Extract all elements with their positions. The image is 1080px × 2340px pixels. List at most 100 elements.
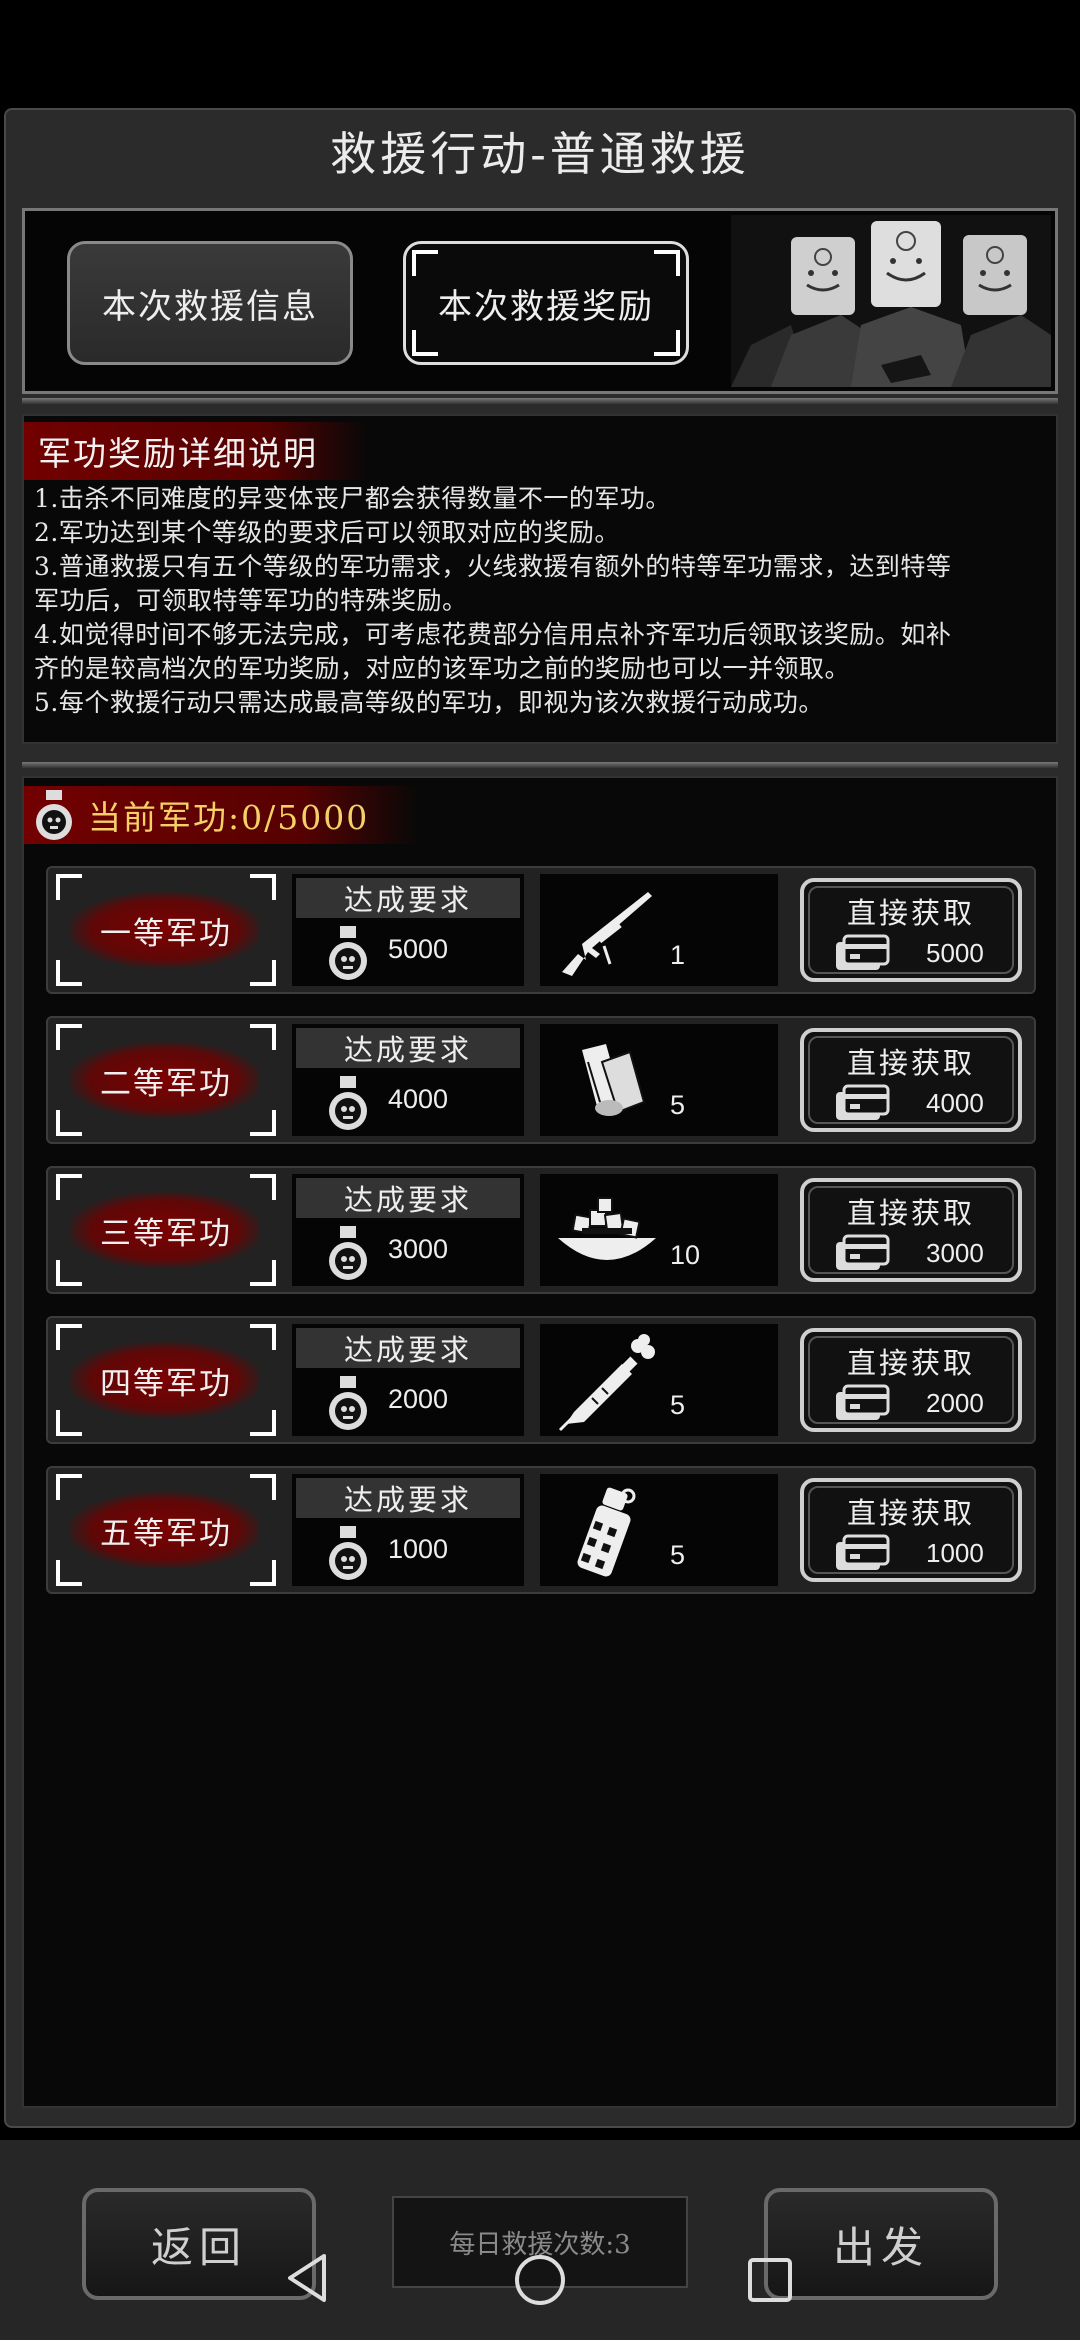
survivors-portrait [731,215,1051,387]
medal-icon [329,1226,367,1280]
requirement-value: 2000 [388,1384,449,1414]
nav-back-icon[interactable] [282,2250,332,2306]
reward-row-2: 二等军功 达成要求 4000 5 直接获取 4000 [46,1016,1036,1144]
tab-rescue-info[interactable]: 本次救援信息 [67,241,353,365]
food-bowl-icon [558,1197,656,1260]
rank-cell: 五等军功 [56,1474,276,1586]
direct-acquire-button[interactable]: 直接获取 1000 [800,1478,1022,1582]
credit-cost: 1000 [926,1538,984,1568]
description-line: 齐的是较高档次的军功奖励，对应的该军功之前的奖励也可以一并领取。 [34,654,851,683]
description-text: 1.击杀不同难度的异变体丧尸都会获得数量不一的军功。 2.军功达到某个等级的要求… [34,482,1044,720]
corner-mark [56,1410,82,1436]
corner-mark [250,1174,276,1200]
corner-mark [654,330,680,356]
corner-mark [412,250,438,276]
corner-mark [250,1474,276,1500]
credit-card-icon [836,934,890,970]
requirement-title: 达成要求 [296,1028,520,1068]
requirement-value: 3000 [388,1234,449,1264]
rank-cell: 一等军功 [56,874,276,986]
reward-item-count: 5 [670,1540,686,1570]
credit-card-icon [836,1534,890,1570]
corner-mark [654,250,680,276]
current-merit-label: 当前军功:0/5000 [88,798,370,837]
corner-mark [250,1024,276,1050]
corner-mark [250,1560,276,1586]
corner-mark [250,874,276,900]
direct-acquire-label: 直接获取 [846,1046,975,1080]
sniper-rifle-icon [562,892,652,976]
corner-mark [250,1324,276,1350]
rank-label: 五等军功 [100,1515,232,1552]
reward-item-count: 10 [670,1240,701,1270]
corner-mark [250,1260,276,1286]
reward-item-count: 5 [670,1090,686,1120]
medal-icon [329,1526,367,1580]
direct-acquire-button[interactable]: 直接获取 2000 [800,1328,1022,1432]
scroll-icon [582,1044,646,1116]
reward-item-cell: 5 [540,1024,778,1136]
current-merit-banner: 当前军功:0/5000 [24,786,420,844]
corner-mark [250,1410,276,1436]
grenade-icon [577,1487,636,1577]
requirement-title: 达成要求 [296,1478,520,1518]
reward-row-5: 五等军功 达成要求 1000 5 直接获取 1000 [46,1466,1036,1594]
credit-cost: 3000 [926,1238,984,1268]
reward-item-cell: 5 [540,1324,778,1436]
credit-card-icon [836,1084,890,1120]
direct-acquire-label: 直接获取 [846,896,975,930]
direct-acquire-button[interactable]: 直接获取 5000 [800,878,1022,982]
rank-label: 四等军功 [100,1365,232,1402]
direct-acquire-button[interactable]: 直接获取 4000 [800,1028,1022,1132]
reward-item-count: 1 [670,940,686,970]
reward-item-cell: 5 [540,1474,778,1586]
rank-label: 三等军功 [100,1215,232,1252]
description-line: 3.普通救援只有五个等级的军功需求，火线救援有额外的特等军功需求，达到特等 [34,552,952,581]
credit-cost: 5000 [926,938,984,968]
reward-item-cell: 1 [540,874,778,986]
direct-acquire-button[interactable]: 直接获取 3000 [800,1178,1022,1282]
requirement-cell: 达成要求 1000 [292,1474,524,1586]
medal-icon [329,926,367,980]
medal-icon [329,1076,367,1130]
corner-mark [56,874,82,900]
divider [22,762,1058,768]
corner-mark [250,1110,276,1136]
credit-card-icon [836,1234,890,1270]
requirement-cell: 达成要求 5000 [292,874,524,986]
corner-mark [56,1174,82,1200]
back-button[interactable]: 返回 [82,2188,316,2300]
nav-recents-icon[interactable] [746,2256,794,2304]
credit-card-icon [836,1384,890,1420]
direct-acquire-label: 直接获取 [846,1346,975,1380]
requirement-value: 4000 [388,1084,449,1114]
tab-rescue-reward-label: 本次救援奖励 [438,286,654,327]
requirement-cell: 达成要求 3000 [292,1174,524,1286]
requirement-title: 达成要求 [296,1328,520,1368]
direct-acquire-label: 直接获取 [846,1496,975,1530]
description-line: 1.击杀不同难度的异变体丧尸都会获得数量不一的军功。 [34,484,671,513]
tab-panel: 本次救援信息 本次救援奖励 [22,208,1058,394]
rank-cell: 三等军功 [56,1174,276,1286]
description-line: 4.如觉得时间不够无法完成，可考虑花费部分信用点补齐军功后领取该奖励。如补 [34,620,952,649]
corner-mark [412,330,438,356]
description-title: 军功奖励详细说明 [24,422,368,480]
medal-icon [36,790,72,840]
rank-cell: 二等军功 [56,1024,276,1136]
syringe-icon [558,1334,655,1432]
corner-mark [56,1474,82,1500]
corner-mark [56,1110,82,1136]
tab-rescue-reward[interactable]: 本次救援奖励 [403,241,689,365]
description-line: 5.每个救援行动只需达成最高等级的军功，即视为该次救援行动成功。 [34,688,824,717]
medal-icon [329,1376,367,1430]
nav-home-icon[interactable] [512,2252,568,2308]
depart-button[interactable]: 出发 [764,2188,998,2300]
requirement-value: 1000 [388,1534,449,1564]
corner-mark [250,960,276,986]
reward-row-3: 三等军功 达成要求 3000 10 直接获取 3000 [46,1166,1036,1294]
corner-mark [56,960,82,986]
description-line: 2.军功达到某个等级的要求后可以领取对应的奖励。 [34,518,620,547]
requirement-title: 达成要求 [296,878,520,918]
credit-cost: 2000 [926,1388,984,1418]
rank-label: 一等军功 [100,915,232,952]
